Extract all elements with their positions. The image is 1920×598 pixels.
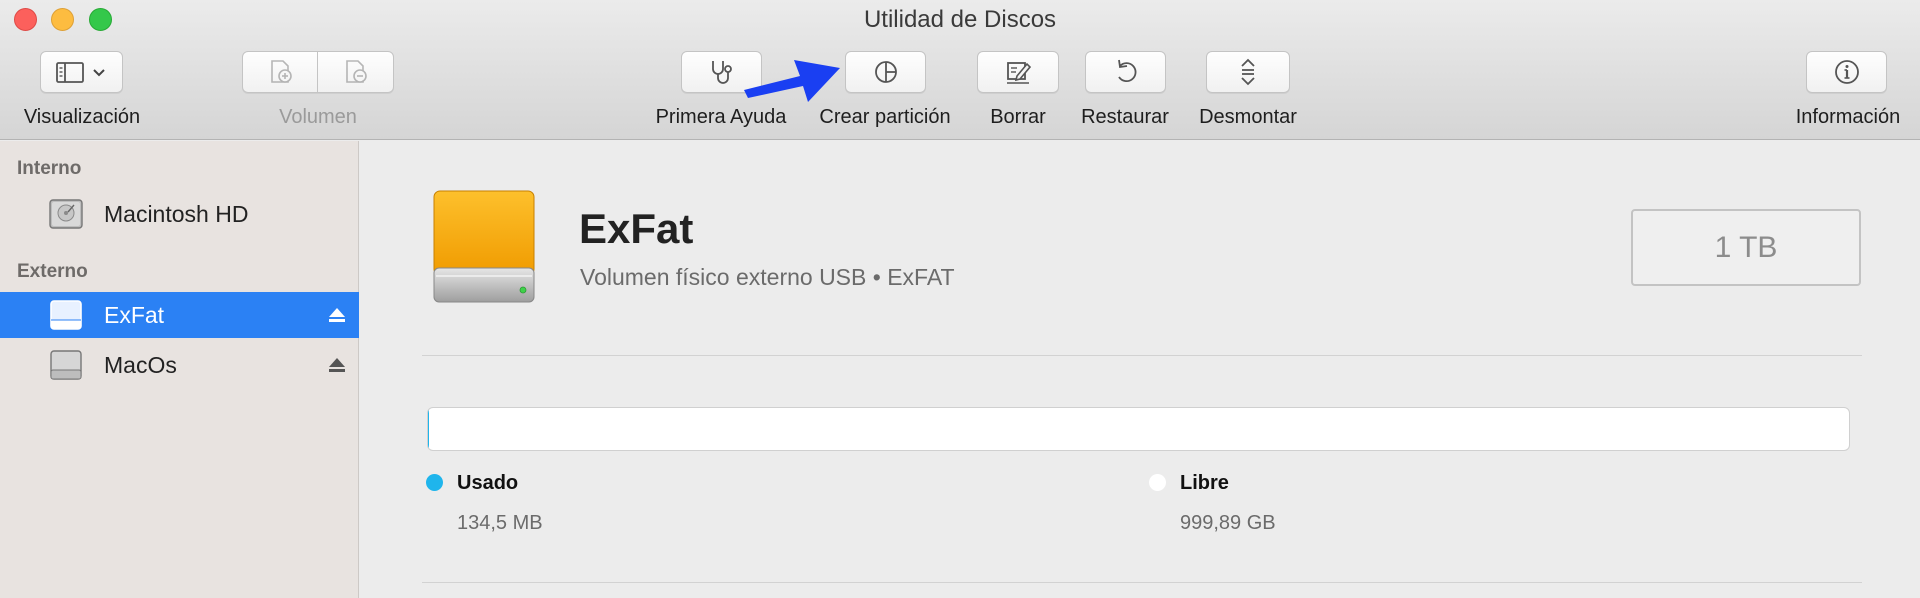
window-title: Utilidad de Discos — [863, 6, 1057, 33]
unmount-arrows-icon — [1241, 58, 1255, 86]
volume-segmented-control[interactable] — [242, 51, 394, 93]
pie-chart-icon — [874, 61, 897, 83]
titlebar: Utilidad de Discos Visualización Volumen — [0, 0, 1920, 140]
used-legend-dot — [426, 474, 443, 491]
used-value: 134,5 MB — [457, 512, 543, 534]
eraser-pencil-icon — [1007, 62, 1032, 84]
internal-disk-icon — [49, 199, 83, 229]
annotation-arrow-icon — [744, 60, 840, 102]
external-disk-icon — [50, 300, 82, 330]
free-legend-dot — [1149, 474, 1166, 491]
erase-button[interactable] — [977, 51, 1059, 93]
unmount-label: Desmontar — [1199, 106, 1297, 128]
divider — [422, 355, 1862, 356]
used-legend-label: Usado — [457, 472, 519, 494]
free-legend-label: Libre — [1180, 472, 1229, 494]
partition-label: Crear partición — [819, 106, 951, 128]
usage-bar — [427, 407, 1850, 451]
remove-volume-icon — [345, 60, 367, 83]
first-aid-label: Primera Ayuda — [655, 106, 787, 128]
view-label: Visualización — [23, 106, 141, 128]
volume-label: Volumen — [279, 106, 357, 128]
erase-label: Borrar — [990, 106, 1046, 128]
restore-arrow-icon — [1117, 59, 1136, 82]
sidebar-toggle-icon — [55, 62, 105, 83]
restore-label: Restaurar — [1081, 106, 1169, 128]
sidebar-item-label: ExFat — [104, 301, 165, 328]
sidebar-item-macos[interactable]: MacOs — [0, 342, 359, 388]
volume-description: Volumen físico externo USB • ExFAT — [580, 264, 955, 290]
sidebar-section-external: Externo — [17, 261, 88, 282]
usage-bar-used-fill — [428, 408, 429, 450]
volume-name: ExFat — [579, 205, 694, 252]
main-content: ExFat Volumen físico externo USB • ExFAT… — [360, 141, 1920, 598]
stethoscope-icon — [711, 61, 732, 84]
segment-divider — [317, 51, 318, 93]
info-icon — [1834, 60, 1859, 84]
partition-button[interactable] — [845, 51, 926, 93]
divider — [422, 582, 1862, 583]
sidebar-item-macintosh-hd[interactable]: Macintosh HD — [0, 191, 359, 237]
sidebar: Interno Macintosh HD Externo ExFat MacOs — [0, 141, 359, 598]
external-drive-large-icon — [433, 190, 535, 303]
info-label: Información — [1795, 106, 1901, 128]
sidebar-item-label: Macintosh HD — [104, 200, 249, 227]
restore-button[interactable] — [1085, 51, 1166, 93]
external-disk-icon — [50, 350, 82, 380]
info-button[interactable] — [1806, 51, 1887, 93]
unmount-button[interactable] — [1206, 51, 1290, 93]
sidebar-item-exfat[interactable]: ExFat — [0, 292, 359, 338]
sidebar-item-label: MacOs — [104, 351, 177, 378]
free-value: 999,89 GB — [1180, 512, 1276, 534]
eject-icon[interactable] — [328, 306, 346, 324]
volume-capacity: 1 TB — [1631, 209, 1861, 286]
add-volume-icon — [270, 60, 292, 83]
eject-icon[interactable] — [328, 356, 346, 374]
view-button[interactable] — [40, 51, 123, 93]
sidebar-section-internal: Interno — [17, 158, 82, 179]
